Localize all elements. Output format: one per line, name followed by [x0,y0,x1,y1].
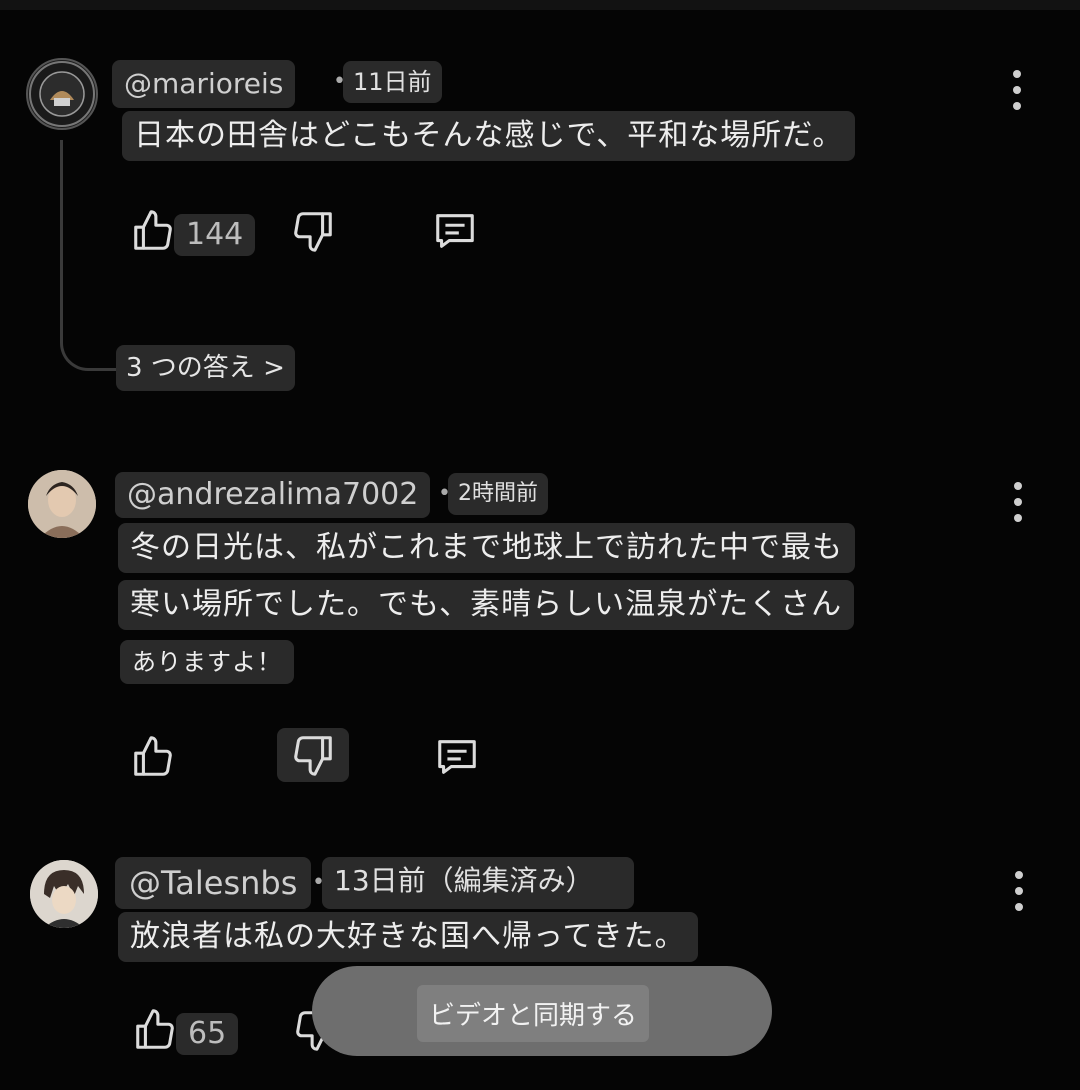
avatar[interactable] [28,470,96,538]
comment-icon[interactable] [430,730,484,784]
status-bar [0,0,1080,10]
replies-button[interactable]: 3 つの答え > [116,345,295,391]
comment-text-line: ありますよ！ [120,640,294,684]
thread-line [60,140,119,371]
comment-text-line: 放浪者は私の大好きな国へ帰ってきた。 [118,912,698,962]
comment-author[interactable]: @andrezalima7002 [115,472,431,518]
avatar-photo-icon [28,470,96,538]
comment-author[interactable]: @marioreis [112,60,296,108]
avatar-logo-icon [29,61,95,127]
avatar-illustration-icon [30,860,98,928]
more-vertical-icon[interactable] [1005,70,1029,110]
like-count: 144 [174,214,256,256]
comment-icon[interactable] [428,204,482,258]
sync-with-video-button[interactable]: ビデオと同期する [417,985,650,1042]
comment-text-line: 寒い場所でした。でも、素晴らしい温泉がたくさん [118,580,855,630]
comment-text-line: 日本の田舎はどこもそんな感じで、平和な場所だ。 [122,111,856,161]
more-vertical-icon[interactable] [1006,482,1030,522]
thumbs-up-icon[interactable] [126,730,180,784]
comment-time: 2時間前 [448,473,548,515]
more-vertical-icon[interactable] [1007,871,1031,911]
like-count: 65 [176,1013,239,1055]
avatar[interactable] [26,58,98,130]
comment-time: 13日前（編集済み） [322,857,634,909]
thumbs-down-icon[interactable] [277,728,349,782]
thumbs-up-icon[interactable] [128,1003,182,1057]
comment-time: 11日前 [343,61,442,103]
thumbs-down-icon[interactable] [286,204,340,258]
comment-author[interactable]: @Talesnbs [115,857,312,909]
comment-text-line: 冬の日光は、私がこれまで地球上で訪れた中で最も [118,523,855,573]
avatar[interactable] [30,860,98,928]
thumbs-up-icon[interactable] [126,204,180,258]
